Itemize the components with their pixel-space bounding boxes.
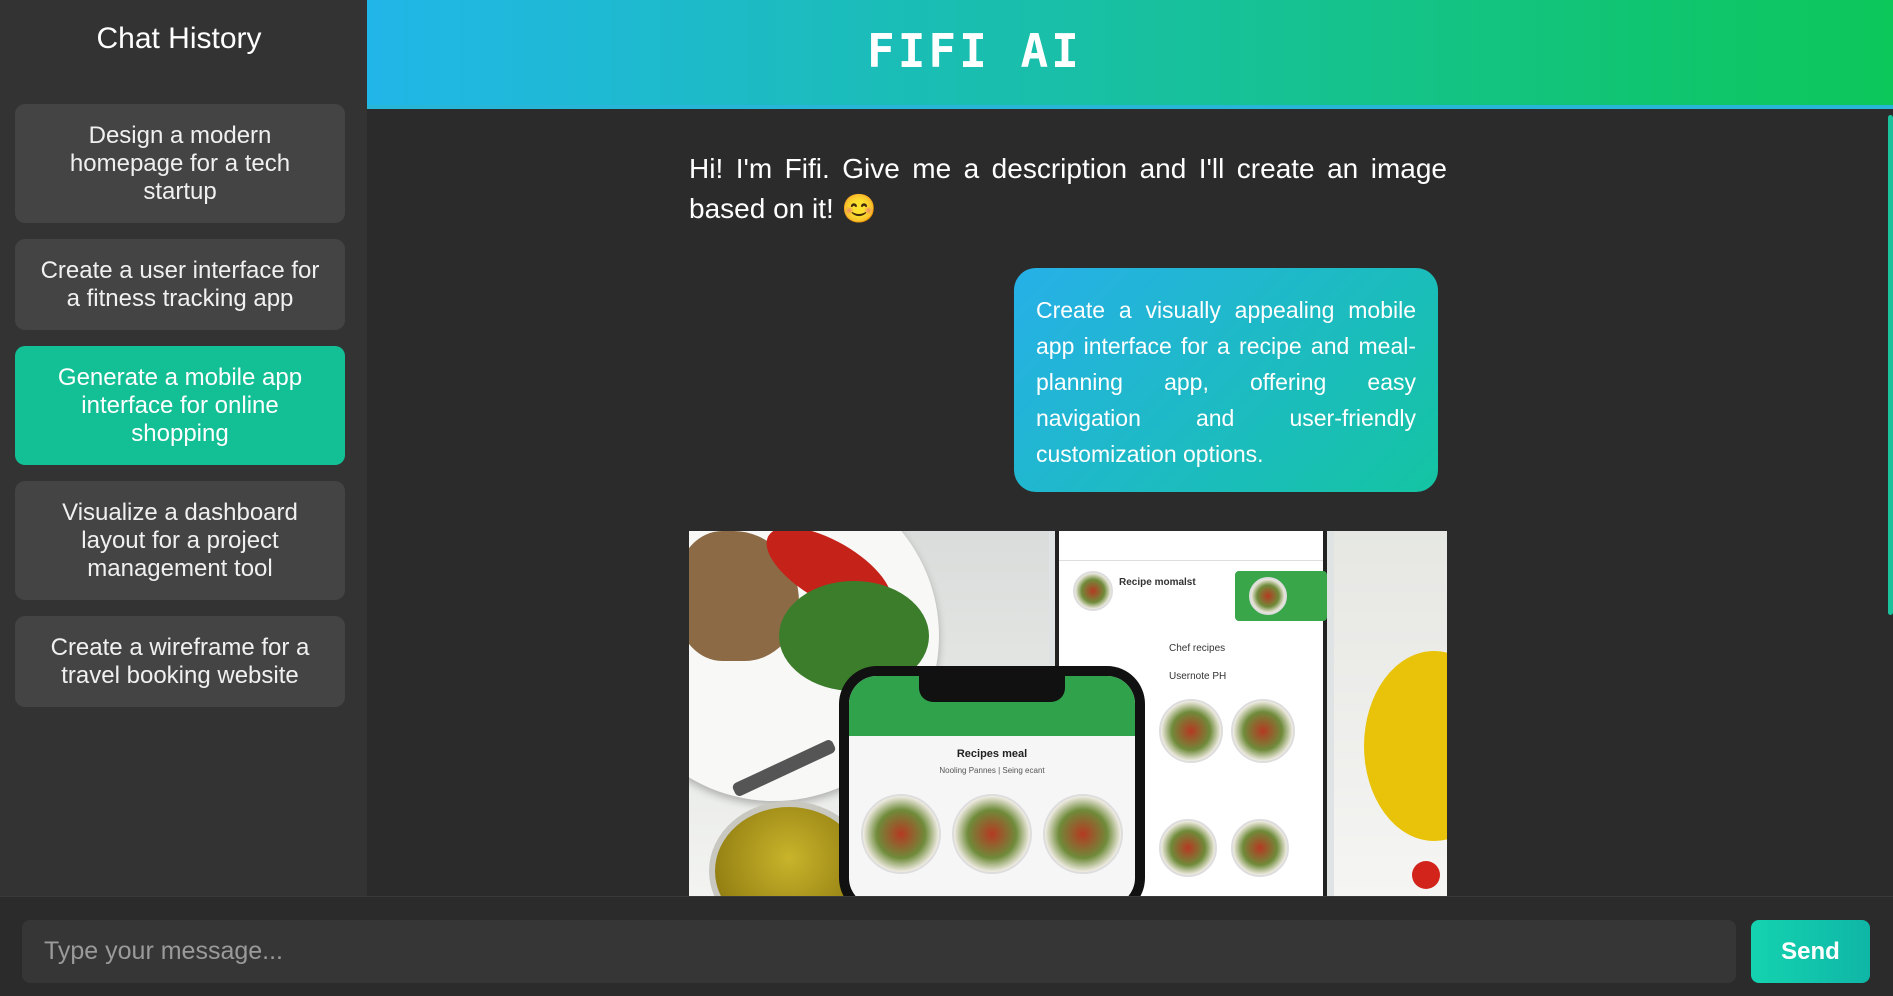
phone-back-title: Recipe momalst <box>1119 577 1196 588</box>
history-item-travel[interactable]: Create a wireframe for a travel booking … <box>15 616 345 707</box>
app-header: FIFI AI <box>367 0 1893 109</box>
phone-notch <box>919 676 1065 702</box>
food-photo-right <box>1334 531 1447 896</box>
chat-area[interactable]: Hi! I'm Fifi. Give me a description and … <box>367 113 1893 896</box>
recipe-bowl <box>1159 699 1223 763</box>
phone-screen: Recipes meal Nooling Pannes | Seing ecan… <box>849 676 1135 896</box>
recipe-bowl <box>1043 794 1123 874</box>
phone-back-banner <box>1235 571 1327 621</box>
recipe-bowl <box>861 794 941 874</box>
chat-history-sidebar: Chat History Design a modern homepage fo… <box>0 0 367 896</box>
recipe-bowl <box>1231 699 1295 763</box>
phone-back-section: Chef recipes <box>1169 643 1226 654</box>
message-composer: Send <box>0 896 1893 996</box>
recipe-bowl <box>952 794 1032 874</box>
history-item-label: Visualize a dashboard layout for a proje… <box>62 498 298 582</box>
history-item-shopping[interactable]: Generate a mobile app interface for onli… <box>15 346 345 465</box>
phone-mockup-front: Recipes meal Nooling Pannes | Seing ecan… <box>839 666 1145 896</box>
history-item-label: Create a user interface for a fitness tr… <box>40 256 320 312</box>
banner-bowl <box>1249 577 1287 615</box>
chat-scrollbar[interactable] <box>1888 115 1893 615</box>
tomato <box>1412 861 1440 889</box>
user-message-bubble: Create a visually appealing mobile app i… <box>1014 268 1438 492</box>
app: Chat History Design a modern homepage fo… <box>0 0 1893 996</box>
history-item-label: Design a modern homepage for a tech star… <box>69 121 291 205</box>
phone-back-header <box>1059 531 1323 561</box>
history-item-label: Generate a mobile app interface for onli… <box>57 363 303 447</box>
brand-logo: FIFI AI <box>867 24 1082 78</box>
sidebar-title: Chat History <box>96 22 262 55</box>
history-item-homepage[interactable]: Design a modern homepage for a tech star… <box>15 104 345 223</box>
recipe-thumb <box>1073 571 1113 611</box>
generated-image[interactable]: Recipe momalst Chef recipes Usernote PH … <box>689 531 1447 896</box>
send-button[interactable]: Send <box>1751 920 1870 983</box>
recipe-bowl <box>1231 819 1289 877</box>
history-item-fitness[interactable]: Create a user interface for a fitness tr… <box>15 239 345 330</box>
message-input[interactable] <box>22 920 1736 983</box>
phone-subtitle: Nooling Pannes | Seing ecant <box>939 766 1045 775</box>
bot-message: Hi! I'm Fifi. Give me a description and … <box>689 153 1447 224</box>
history-item-label: Create a wireframe for a travel booking … <box>50 633 310 689</box>
egg-yolk <box>1364 651 1447 841</box>
phone-back-section2: Usernote PH <box>1169 671 1227 682</box>
recipe-bowl <box>1159 819 1217 877</box>
phone-title: Recipes meal <box>956 748 1028 760</box>
history-item-dashboard[interactable]: Visualize a dashboard layout for a proje… <box>15 481 345 600</box>
